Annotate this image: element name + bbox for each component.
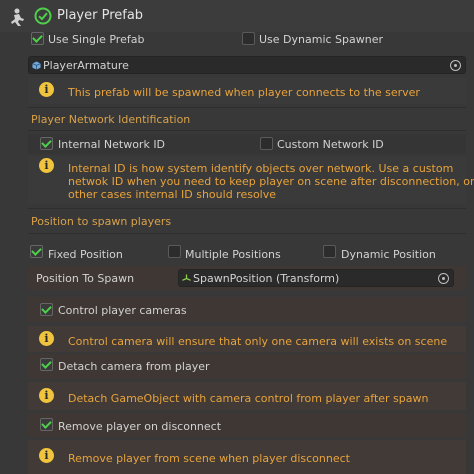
position-to-spawn-label: Position To Spawn	[36, 272, 135, 285]
divider	[28, 107, 466, 108]
dynamic-position-checkbox[interactable]	[323, 245, 336, 258]
spawn-section-title: Position to spawn players	[31, 215, 172, 228]
info-icon: i	[39, 388, 54, 403]
divider	[28, 233, 466, 234]
network-help-line-3: other cases internal ID should resolve	[68, 188, 277, 201]
fixed-position-label: Fixed Position	[48, 248, 123, 261]
detach-camera-help-text: Detach GameObject with camera control fr…	[68, 392, 429, 405]
info-icon: i	[39, 82, 54, 97]
custom-network-id-label: Custom Network ID	[277, 138, 384, 151]
position-to-spawn-value: SpawnPosition (Transform)	[193, 272, 340, 285]
control-cameras-checkbox[interactable]	[40, 303, 53, 316]
info-icon: i	[39, 448, 54, 463]
control-cameras-label: Control player cameras	[58, 304, 187, 317]
object-picker-icon[interactable]	[450, 60, 461, 71]
script-component-icon	[11, 8, 24, 26]
control-cameras-help-text: Control camera will ensure that only one…	[68, 335, 448, 348]
network-help-line-1: Internal ID is how system identify objec…	[68, 162, 454, 175]
network-help-line-2: netwok ID when you need to keep player o…	[68, 175, 474, 188]
info-icon: i	[39, 331, 54, 346]
component-enabled-check-icon[interactable]	[34, 7, 52, 25]
transform-icon	[182, 274, 191, 281]
dynamic-position-label: Dynamic Position	[341, 248, 436, 261]
use-single-prefab-label: Use Single Prefab	[48, 33, 145, 46]
internal-network-id-label: Internal Network ID	[58, 138, 166, 151]
custom-network-id-checkbox[interactable]	[260, 137, 273, 150]
fixed-position-checkbox[interactable]	[30, 245, 43, 258]
position-to-spawn-field[interactable]: SpawnPosition (Transform)	[178, 269, 454, 287]
network-section-title: Player Network Identification	[31, 113, 191, 126]
divider	[28, 130, 466, 131]
player-prefab-field[interactable]: PlayerArmature	[28, 56, 466, 74]
object-picker-icon[interactable]	[438, 273, 449, 284]
remove-player-label: Remove player on disconnect	[58, 420, 222, 433]
divider	[28, 208, 466, 209]
use-single-prefab-checkbox[interactable]	[31, 32, 44, 45]
detach-camera-label: Detach camera from player	[58, 360, 210, 373]
player-prefab-value: PlayerArmature	[43, 59, 129, 72]
remove-player-checkbox[interactable]	[40, 418, 53, 431]
prefab-cube-icon	[32, 61, 41, 70]
detach-camera-checkbox[interactable]	[40, 358, 53, 371]
multiple-positions-label: Multiple Positions	[185, 248, 281, 261]
info-icon: i	[39, 158, 54, 173]
use-dynamic-spawner-checkbox[interactable]	[242, 32, 255, 45]
component-title: Player Prefab	[57, 8, 144, 23]
use-dynamic-spawner-label: Use Dynamic Spawner	[259, 33, 384, 46]
remove-player-help-text: Remove player from scene when player dis…	[68, 452, 350, 465]
prefab-help-text: This prefab will be spawned when player …	[68, 86, 420, 99]
internal-network-id-checkbox[interactable]	[40, 137, 53, 150]
multiple-positions-checkbox[interactable]	[168, 245, 181, 258]
